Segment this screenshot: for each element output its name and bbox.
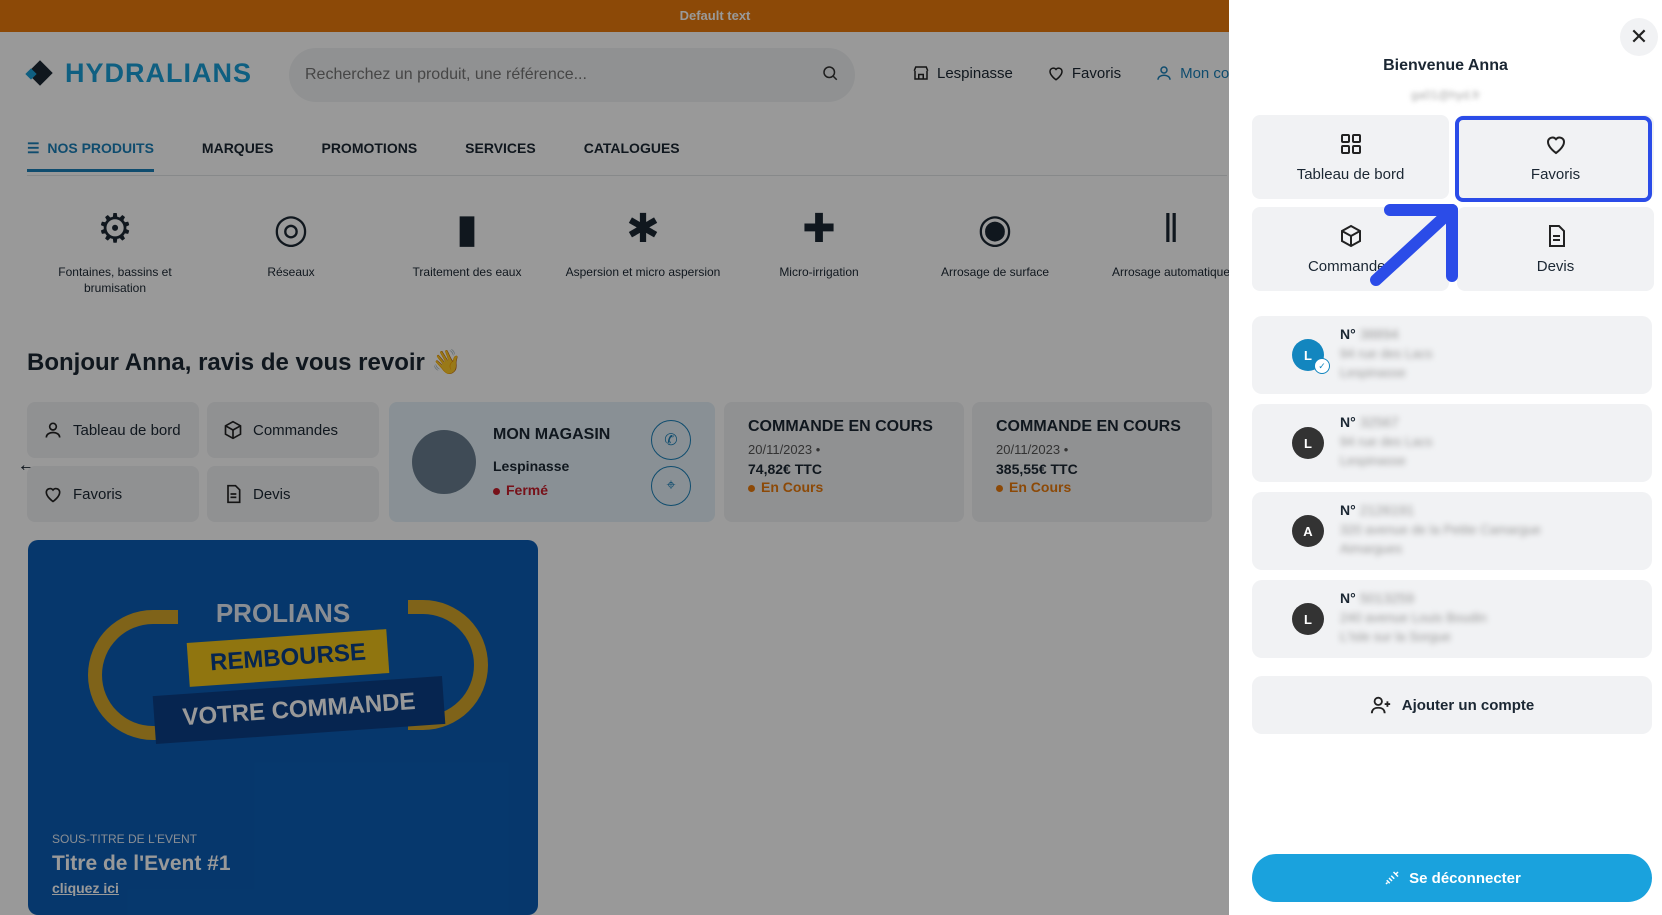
account-address: 94 rue des Lacs [1340, 346, 1433, 361]
account-city: Lespinasse [1340, 365, 1406, 380]
account-number-label: N° [1340, 326, 1356, 342]
close-button[interactable]: ✕ [1620, 18, 1658, 56]
account-card[interactable]: L N° 32567 94 rue des Lacs Lespinasse [1252, 404, 1652, 482]
account-card[interactable]: L ✓ N° 38894 94 rue des Lacs Lespinasse [1252, 316, 1652, 394]
account-address: 320 avenue de la Petite Camargue [1340, 522, 1541, 537]
logout-button[interactable]: Se déconnecter [1252, 854, 1652, 902]
package-icon [1340, 224, 1361, 247]
pointer-arrow-icon [1370, 204, 1458, 286]
account-avatar: A [1292, 515, 1324, 547]
close-icon: ✕ [1629, 24, 1649, 49]
account-number: N° 38894 [1340, 326, 1399, 342]
account-number: N° 5013259 [1340, 590, 1414, 606]
account-city: Aimargues [1340, 541, 1403, 556]
account-number: N° 32567 [1340, 414, 1399, 430]
account-number-label: N° [1340, 414, 1356, 430]
document-icon [1548, 224, 1565, 247]
account-card[interactable]: L N° 5013259 240 avenue Louis Boudin L'Is… [1252, 580, 1652, 658]
account-number-value: 32567 [1359, 414, 1399, 430]
user-email: ga01@hyd.fr [1411, 88, 1480, 102]
tile-dashboard[interactable]: Tableau de bord [1252, 115, 1449, 199]
user-plus-icon [1370, 696, 1390, 714]
modal-backdrop[interactable] [0, 0, 1229, 915]
account-number: N° 2126191 [1340, 502, 1414, 518]
add-account-button[interactable]: Ajouter un compte [1252, 676, 1652, 734]
account-avatar: L [1292, 603, 1324, 635]
grid-icon [1340, 133, 1361, 154]
welcome-title: Bienvenue Anna [1383, 57, 1508, 74]
account-number-value: 5013259 [1359, 590, 1415, 606]
account-avatar: L [1292, 427, 1324, 459]
account-number-label: N° [1340, 502, 1356, 518]
account-number-label: N° [1340, 590, 1356, 606]
add-account-label: Ajouter un compte [1401, 696, 1535, 714]
account-city: L'Isle sur la Sorgue [1340, 629, 1451, 644]
unplug-icon [1385, 871, 1399, 885]
tile-quotes[interactable]: Devis [1457, 207, 1654, 291]
account-address: 240 avenue Louis Boudin [1340, 610, 1487, 625]
tile-dashboard-label: Tableau de bord [1296, 165, 1405, 183]
check-icon: ✓ [1314, 358, 1330, 374]
account-city: Lespinasse [1340, 453, 1406, 468]
logout-label: Se déconnecter [1409, 869, 1521, 887]
account-number-value: 38894 [1359, 326, 1399, 342]
account-number-value: 2126191 [1359, 502, 1415, 518]
account-card[interactable]: A N° 2126191 320 avenue de la Petite Cama… [1252, 492, 1652, 570]
tile-quotes-label: Devis [1536, 257, 1575, 275]
account-address: 94 rue des Lacs [1340, 434, 1433, 449]
favorites-highlight-box [1455, 116, 1652, 202]
